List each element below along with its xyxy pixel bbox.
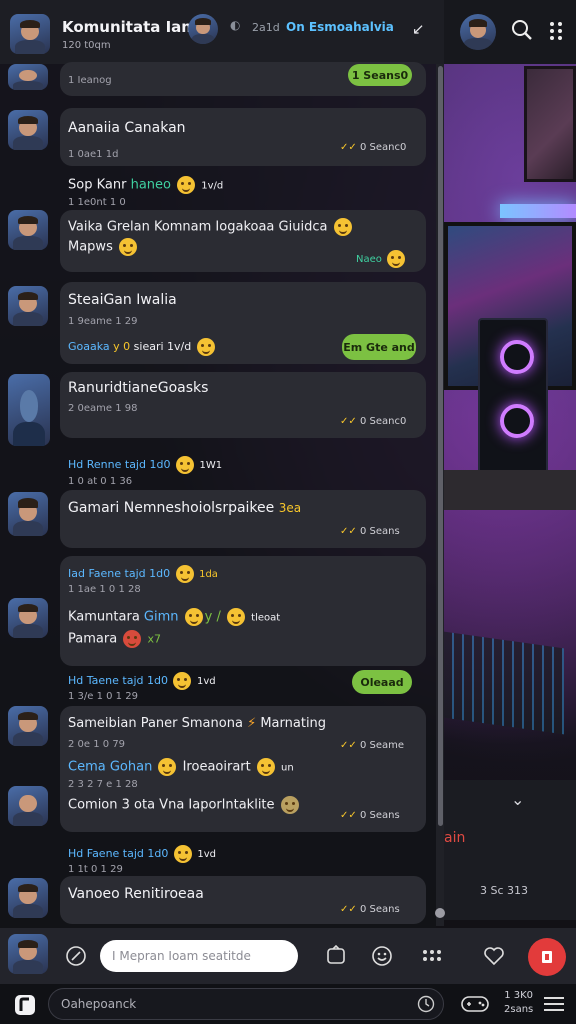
action-pill-button[interactable]: Oleaad (352, 670, 412, 694)
emoji-icon[interactable] (370, 944, 394, 968)
menu-icon[interactable] (542, 994, 566, 1014)
avatar[interactable] (460, 14, 496, 50)
message-status: ✓✓ 0 Seanc0 (340, 142, 407, 153)
avatar[interactable] (8, 210, 48, 250)
message-time: 2 0eame 1 98 (68, 403, 138, 414)
app-root: ⌄ ain 3 Sc 313 Komunitata Iamir 120 t0qm… (0, 0, 576, 1024)
message-time: 1 0 at 0 1 36 (68, 476, 133, 487)
message-time: 2 3 2 7 e 1 28 (68, 779, 138, 790)
message-status: ✓✓ 0 Seans (340, 810, 400, 821)
apps-icon[interactable] (420, 946, 448, 966)
avatar[interactable] (8, 598, 48, 638)
heart-icon[interactable] (482, 944, 506, 968)
message-status: ✓✓ 0 Seanc0 (340, 416, 407, 427)
message-sender: Aanaiia Canakan (68, 120, 186, 136)
message-text: Kamuntara Gimn y / tleoat (68, 608, 281, 626)
right-panel-tail: ain (444, 830, 466, 846)
right-panel-time: 3 Sc 313 (480, 884, 529, 897)
message-sender: Gamari Nemneshoiolsrpaikee 3ea (68, 500, 302, 516)
page-subtitle: 120 t0qm (62, 40, 111, 51)
rgb-fan-2 (500, 404, 534, 438)
gamepad-icon[interactable] (460, 994, 490, 1014)
message-line: Hd Faene tajd 1d0 1vd (68, 845, 216, 863)
avatar[interactable] (8, 786, 48, 826)
message-status: ✓✓ 0 Seame (340, 740, 405, 751)
status-badge: 1 Seans0 (348, 64, 412, 86)
attach-icon[interactable] (64, 944, 88, 968)
avatar[interactable] (8, 492, 48, 536)
message-time: 1 0ae1 1d (68, 149, 119, 160)
message-line: Hd Taene tajd 1d0 1vd (68, 672, 216, 690)
avatar[interactable] (8, 286, 48, 326)
message-time: 1 1t 0 1 29 (68, 864, 123, 875)
bottom-meta: 1 3K0 2sans (504, 990, 534, 1015)
search-input[interactable]: Oahepoanck (48, 988, 444, 1020)
avatar[interactable] (8, 706, 48, 746)
message-time: 1 Ieanog (68, 75, 112, 86)
more-icon[interactable] (546, 20, 566, 42)
avatar[interactable] (188, 14, 218, 44)
message-sender: SteaiGan Iwalia (68, 292, 177, 308)
scroll-handle[interactable] (435, 908, 445, 918)
message-text: Cema Gohan Iroeaoirart un (68, 758, 294, 776)
message-text: Goaaka y 0 sieari 1v/d (68, 338, 217, 356)
scrollbar-thumb[interactable] (438, 66, 443, 826)
message-line: Hd Renne tajd 1d0 1W1 (68, 456, 222, 474)
right-panel (444, 780, 576, 920)
avatar[interactable] (8, 878, 48, 918)
avatar[interactable] (8, 374, 50, 446)
avatar[interactable] (10, 14, 50, 54)
message-text: Vaika Grelan Komnam Iogakoaa Giuidca (68, 218, 354, 236)
keyboard-image (444, 631, 564, 735)
message-status: Naeo (356, 250, 407, 268)
message-text: Comion 3 ota Vna Iaporlntaklite (68, 796, 301, 814)
send-button[interactable] (528, 938, 566, 976)
rgb-fan (500, 340, 534, 374)
message-input[interactable]: I Mepran Ioam seatitde (100, 940, 298, 972)
desk (444, 470, 576, 510)
circle-icon: ◐ (230, 18, 241, 32)
message-line: Iad Faene tajd 1d0 1da (68, 565, 218, 583)
message-bubble[interactable] (60, 490, 426, 548)
message-status: ✓✓ 0 Seans (340, 904, 400, 915)
message-sender: Vanoeo Renitiroeaa (68, 886, 204, 902)
message-time: 1 3/e 1 0 1 29 (68, 691, 138, 702)
message-line: Sop Kanr haneo 1v/d (68, 176, 224, 194)
message-text: Sameibian Paner Smanona ⚡ Marnating (68, 716, 327, 731)
action-pill-button[interactable]: Em Gte and (342, 334, 416, 360)
avatar[interactable] (8, 934, 48, 974)
chevron-down-icon[interactable]: ⌄ (511, 790, 524, 809)
header-link[interactable]: On Esmoahalvia (286, 20, 394, 34)
arrow-icon[interactable]: ↙ (412, 20, 425, 38)
avatar[interactable] (8, 110, 48, 150)
avatar[interactable] (8, 64, 48, 90)
message-text: Pamara x7 (68, 630, 161, 648)
message-time: 2 0e 1 0 79 (68, 739, 126, 750)
clock-icon[interactable] (416, 994, 436, 1014)
message-time: 1 1ae 1 0 1 28 (68, 584, 141, 595)
header-meta: 2a1d (252, 21, 280, 34)
message-sender: RanuridtianeGoasks (68, 380, 209, 396)
message-text: Mapws (68, 238, 139, 256)
shelf-light (500, 204, 576, 218)
message-status: ✓✓ 0 Seans (340, 526, 400, 537)
search-icon[interactable] (510, 18, 534, 42)
wall-poster (524, 66, 576, 182)
message-time: 1 9eame 1 29 (68, 316, 138, 327)
sticker-icon[interactable] (324, 944, 348, 968)
message-time: 1 1e0nt 1 0 (68, 197, 126, 208)
app-logo-icon[interactable] (12, 992, 38, 1018)
